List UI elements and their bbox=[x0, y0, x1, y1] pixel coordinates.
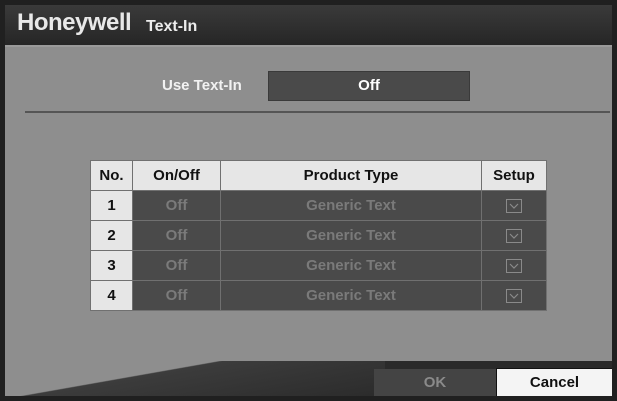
column-header-no: No. bbox=[90, 160, 133, 191]
text-in-table: No. On/Off Product Type Setup 1 Off Gene… bbox=[90, 160, 547, 311]
on-off-cell[interactable]: Off bbox=[132, 220, 221, 251]
setup-check-icon[interactable] bbox=[506, 229, 522, 244]
setup-cell[interactable] bbox=[481, 280, 547, 311]
setup-cell[interactable] bbox=[481, 220, 547, 251]
column-header-setup: Setup bbox=[481, 160, 547, 191]
dialog-title: Text-In bbox=[146, 18, 198, 35]
setup-check-icon[interactable] bbox=[506, 199, 522, 214]
setup-cell[interactable] bbox=[481, 250, 547, 281]
brand-logo: Honeywell bbox=[17, 9, 132, 36]
bottom-bar-decoration bbox=[5, 361, 385, 396]
table-row: 1 Off Generic Text bbox=[90, 190, 547, 221]
text-in-dialog: Honeywell Text-In Use Text-In Off No. On… bbox=[0, 0, 617, 401]
title-bar: Honeywell Text-In bbox=[5, 5, 612, 47]
on-off-cell[interactable]: Off bbox=[132, 250, 221, 281]
table-row: 4 Off Generic Text bbox=[90, 280, 547, 311]
column-header-product-type: Product Type bbox=[220, 160, 482, 191]
table-header-row: No. On/Off Product Type Setup bbox=[90, 160, 547, 191]
use-text-in-select[interactable]: Off bbox=[268, 71, 470, 101]
row-number: 2 bbox=[90, 220, 133, 251]
table-row: 3 Off Generic Text bbox=[90, 250, 547, 281]
row-number: 4 bbox=[90, 280, 133, 311]
setup-check-icon[interactable] bbox=[506, 289, 522, 304]
use-text-in-label: Use Text-In bbox=[162, 77, 242, 94]
setup-cell[interactable] bbox=[481, 190, 547, 221]
ok-button[interactable]: OK bbox=[374, 369, 496, 396]
product-type-cell[interactable]: Generic Text bbox=[220, 250, 482, 281]
product-type-cell[interactable]: Generic Text bbox=[220, 220, 482, 251]
on-off-cell[interactable]: Off bbox=[132, 190, 221, 221]
cancel-button[interactable]: Cancel bbox=[496, 368, 612, 396]
table-row: 2 Off Generic Text bbox=[90, 220, 547, 251]
divider bbox=[25, 111, 610, 113]
product-type-cell[interactable]: Generic Text bbox=[220, 280, 482, 311]
setup-check-icon[interactable] bbox=[506, 259, 522, 274]
column-header-on-off: On/Off bbox=[132, 160, 221, 191]
row-number: 3 bbox=[90, 250, 133, 281]
row-number: 1 bbox=[90, 190, 133, 221]
on-off-cell[interactable]: Off bbox=[132, 280, 221, 311]
product-type-cell[interactable]: Generic Text bbox=[220, 190, 482, 221]
